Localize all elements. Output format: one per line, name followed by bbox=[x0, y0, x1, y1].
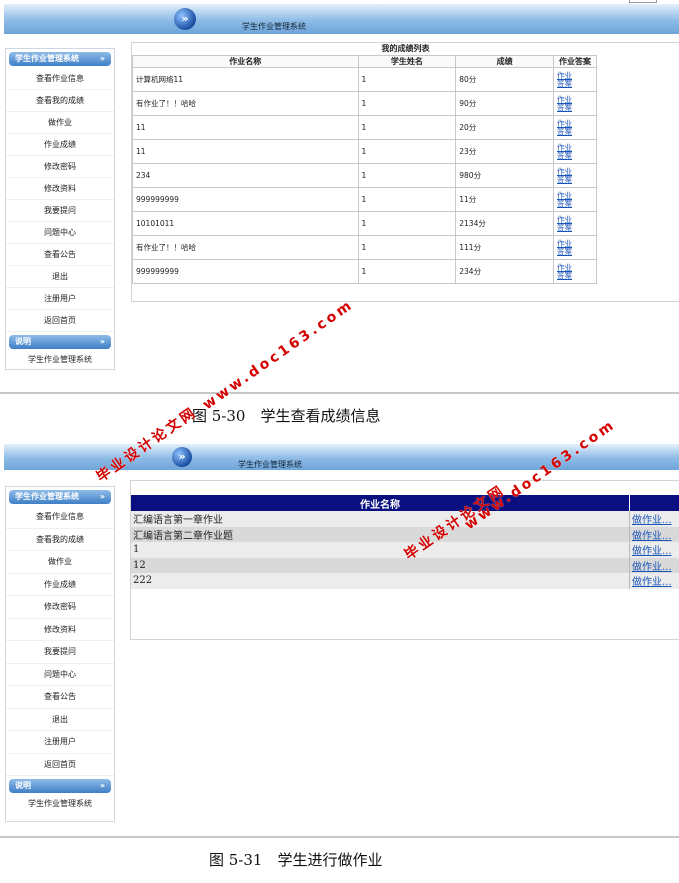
sidebar-item-announcements[interactable]: 查看公告 bbox=[6, 686, 114, 709]
table-row: 999999999 1 11分 作业答案 bbox=[132, 187, 597, 212]
figure-caption-2: 图 5-31 学生进行做作业 bbox=[209, 851, 383, 869]
do-homework-link[interactable]: 做作业... bbox=[629, 542, 679, 558]
do-homework-link[interactable]: 做作业... bbox=[629, 557, 679, 573]
table-row: 有作业了！！哈哈 1 90分 作业答案 bbox=[132, 91, 597, 116]
sidebar-item-edit-profile[interactable]: 修改资料 bbox=[6, 178, 114, 200]
chevron-down-icon[interactable]: » bbox=[100, 779, 105, 793]
sidebar-item-edit-profile[interactable]: 修改资料 bbox=[6, 619, 114, 641]
sidebar-item-home[interactable]: 返回首页 bbox=[6, 310, 114, 332]
grades-panel: 我的成绩列表 作业名称 学生姓名 成绩 作业答案 计算机网络11 1 80分 作业答案… bbox=[131, 42, 679, 302]
sidebar-item-ask-question[interactable]: 我要提问 bbox=[6, 200, 114, 222]
sidebar-menu: 学生作业管理系统» 查看作业信息 查看我的成绩 做作业 作业成绩 修改密码 修改… bbox=[5, 486, 115, 822]
sidebar-item-announcements[interactable]: 查看公告 bbox=[6, 244, 114, 266]
window-corner bbox=[629, 0, 657, 3]
sidebar-item-logout[interactable]: 退出 bbox=[6, 709, 114, 731]
sidebar-menu: 学生作业管理系统» 查看作业信息 查看我的成绩 做作业 作业成绩 修改密码 修改… bbox=[5, 48, 115, 370]
chevron-down-icon[interactable]: » bbox=[100, 52, 105, 66]
table-row: 有作业了！！哈哈 1 111分 作业答案 bbox=[132, 235, 597, 260]
sidebar-header[interactable]: 学生作业管理系统» bbox=[9, 490, 111, 504]
table-row: 999999999 1 234分 作业答案 bbox=[132, 259, 597, 284]
col-homework-name: 作业名称 bbox=[131, 495, 630, 511]
do-homework-link[interactable]: 做作业... bbox=[629, 573, 679, 589]
logo-icon: » bbox=[172, 447, 192, 467]
app-title: 学生作业管理系统 bbox=[238, 460, 302, 469]
homework-panel: 作业名称 汇编语言第一章作业 做作业... 汇编语言第二章作业题 做作业... 1做… bbox=[130, 480, 679, 640]
table-row: 12 做作业... bbox=[131, 557, 679, 573]
sidebar-item-question-center[interactable]: 问题中心 bbox=[6, 222, 114, 244]
answer-link[interactable]: 作业答案 bbox=[557, 191, 573, 208]
sidebar-item-logout[interactable]: 退出 bbox=[6, 266, 114, 288]
sidebar-header[interactable]: 学生作业管理系统» bbox=[9, 52, 111, 66]
sidebar-item-ask-question[interactable]: 我要提问 bbox=[6, 641, 114, 664]
table-row: 11 1 20分 作业答案 bbox=[132, 115, 597, 140]
divider bbox=[0, 836, 679, 838]
sidebar-item-view-homework[interactable]: 查看作业信息 bbox=[6, 68, 114, 90]
col-student-name: 学生姓名 bbox=[357, 55, 457, 68]
note-text: 学生作业管理系统 bbox=[28, 355, 92, 364]
table-row: 222 做作业... bbox=[131, 573, 679, 589]
answer-link[interactable]: 作业答案 bbox=[557, 263, 573, 280]
app-title: 学生作业管理系统 bbox=[242, 22, 306, 31]
sidebar-item-register[interactable]: 注册用户 bbox=[6, 731, 114, 754]
sidebar-item-my-grades[interactable]: 查看我的成绩 bbox=[6, 529, 114, 551]
sidebar-item-my-grades[interactable]: 查看我的成绩 bbox=[6, 90, 114, 112]
do-homework-link[interactable]: 做作业... bbox=[629, 526, 679, 542]
chevron-down-icon[interactable]: » bbox=[100, 490, 105, 504]
table-row: 10101011 1 2134分 作业答案 bbox=[132, 211, 597, 236]
sidebar-item-register[interactable]: 注册用户 bbox=[6, 288, 114, 310]
sidebar-item-home[interactable]: 返回首页 bbox=[6, 754, 114, 776]
answer-link[interactable]: 作业答案 bbox=[557, 143, 573, 160]
chevron-down-icon[interactable]: » bbox=[100, 335, 105, 349]
answer-link[interactable]: 作业答案 bbox=[557, 215, 573, 232]
note-text: 学生作业管理系统 bbox=[28, 799, 92, 808]
screenshot-grades: » 学生作业管理系统 学生作业管理系统» 查看作业信息 查看我的成绩 做作业 作… bbox=[0, 0, 679, 380]
note-header[interactable]: 说明» bbox=[9, 335, 111, 349]
answer-link[interactable]: 作业答案 bbox=[557, 95, 573, 112]
sidebar-item-do-homework[interactable]: 做作业 bbox=[6, 112, 114, 134]
sidebar-item-homework-grades[interactable]: 作业成绩 bbox=[6, 574, 114, 596]
table-row: 11 1 23分 作业答案 bbox=[132, 139, 597, 164]
sidebar-item-homework-grades[interactable]: 作业成绩 bbox=[6, 134, 114, 156]
screenshot-do-homework: » 学生作业管理系统 学生作业管理系统» 查看作业信息 查看我的成绩 做作业 作… bbox=[0, 440, 679, 835]
sidebar-item-question-center[interactable]: 问题中心 bbox=[6, 664, 114, 686]
grades-table: 作业名称 学生姓名 成绩 作业答案 计算机网络11 1 80分 作业答案 有作业了！！… bbox=[132, 55, 597, 284]
col-action bbox=[629, 495, 679, 511]
do-homework-link[interactable]: 做作业... bbox=[629, 511, 679, 527]
answer-link[interactable]: 作业答案 bbox=[557, 239, 573, 256]
table-row: 汇编语言第二章作业题 做作业... bbox=[131, 526, 679, 542]
table-row: 汇编语言第一章作业 做作业... bbox=[131, 511, 679, 527]
homework-table: 作业名称 汇编语言第一章作业 做作业... 汇编语言第二章作业题 做作业... 1做… bbox=[131, 495, 679, 589]
answer-link[interactable]: 作业答案 bbox=[557, 71, 573, 88]
col-homework-name: 作业名称 bbox=[132, 55, 359, 68]
answer-link[interactable]: 作业答案 bbox=[557, 119, 573, 136]
logo-icon: » bbox=[174, 8, 196, 30]
col-score: 成绩 bbox=[455, 55, 555, 68]
divider bbox=[0, 392, 679, 394]
top-banner: » 学生作业管理系统 bbox=[4, 4, 679, 34]
sidebar-item-change-password[interactable]: 修改密码 bbox=[6, 596, 114, 619]
figure-caption-1: 图 5-30 学生查看成绩信息 bbox=[192, 407, 381, 425]
sidebar-item-change-password[interactable]: 修改密码 bbox=[6, 156, 114, 178]
note-header[interactable]: 说明» bbox=[9, 779, 111, 793]
answer-link[interactable]: 作业答案 bbox=[557, 167, 573, 184]
sidebar-item-view-homework[interactable]: 查看作业信息 bbox=[6, 506, 114, 529]
table-row: 计算机网络11 1 80分 作业答案 bbox=[132, 67, 597, 92]
table-row: 234 1 980分 作业答案 bbox=[132, 163, 597, 188]
sidebar-item-do-homework[interactable]: 做作业 bbox=[6, 551, 114, 574]
grades-title: 我的成绩列表 bbox=[381, 44, 430, 53]
col-answer: 作业答案 bbox=[553, 55, 597, 68]
